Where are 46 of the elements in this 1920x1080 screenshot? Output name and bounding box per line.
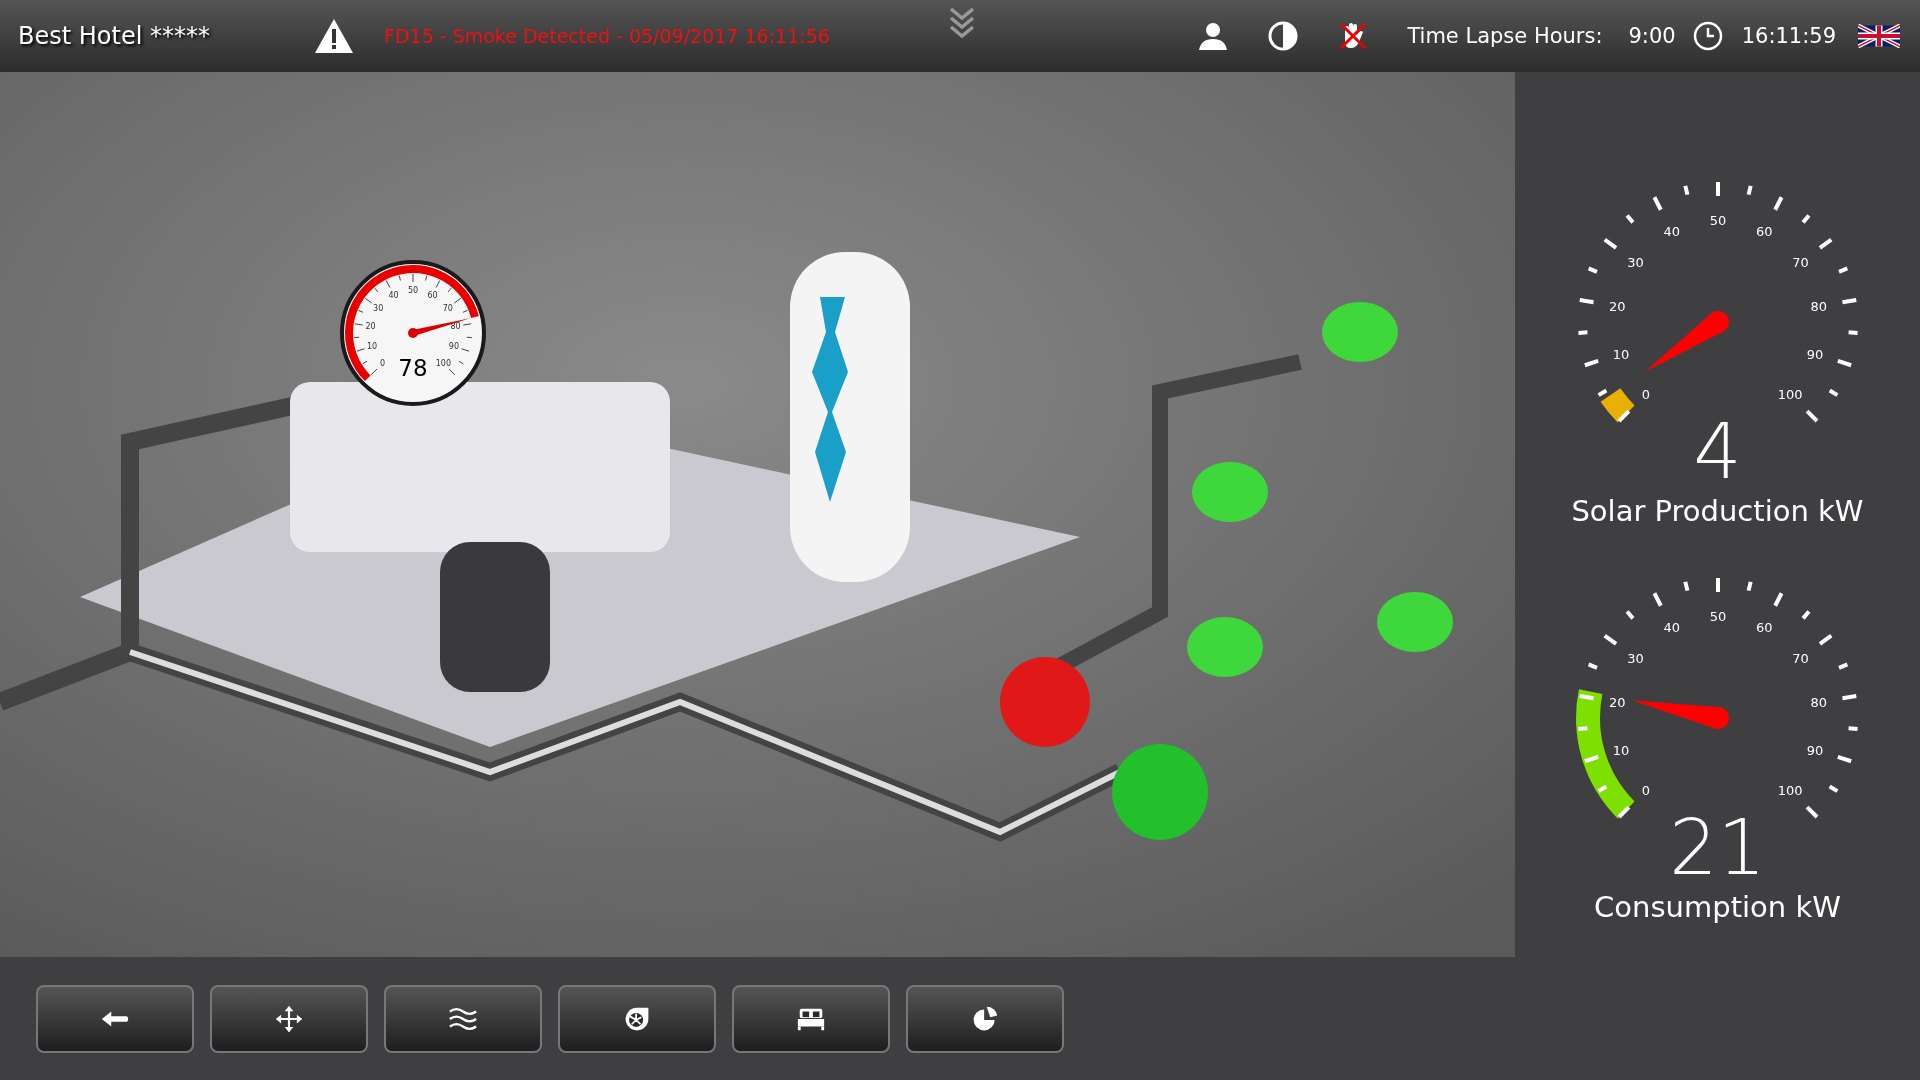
time-lapse-value: 9:00 (1628, 24, 1676, 48)
user-icon[interactable] (1197, 20, 1230, 52)
bed-button[interactable] (732, 984, 890, 1053)
clock-icon (1691, 20, 1724, 52)
warning-icon[interactable] (314, 18, 354, 54)
clock-time: 16:11:59 (1741, 24, 1836, 48)
tick-label: 70 (1791, 651, 1809, 667)
tick-label: 40 (1662, 224, 1680, 240)
tick-label: 30 (1626, 651, 1644, 667)
tick-label: 60 (1755, 224, 1773, 240)
tick-label: 0 (1641, 783, 1650, 799)
back-button[interactable] (36, 984, 194, 1053)
tick-label: 80 (1809, 695, 1827, 711)
tick-label: 20 (1608, 299, 1626, 315)
gauge-label: Consumption kW (1594, 890, 1841, 924)
gauge-label: Solar Production kW (1571, 494, 1864, 528)
pie-chart-button[interactable] (906, 984, 1064, 1053)
gauge-value: 4 (1693, 410, 1742, 494)
gauge-value: 78 (398, 354, 428, 381)
contrast-icon[interactable] (1267, 20, 1300, 52)
move-button[interactable] (210, 984, 368, 1053)
tick-label: 80 (1809, 299, 1827, 315)
tick-label: 60 (1755, 620, 1773, 636)
tick-label: 70 (1791, 255, 1809, 271)
fan-button[interactable] (558, 984, 716, 1053)
tick-label: 90 (1806, 346, 1823, 362)
gauge-value: 21 (1669, 806, 1766, 890)
tick-label: 100 (1777, 783, 1803, 799)
tick-label: 30 (1626, 255, 1644, 271)
move-icon (274, 1004, 304, 1033)
gauge-needle (408, 318, 471, 338)
hotel-title: Best Hotel ***** (18, 22, 210, 50)
tick-label: 50 (1709, 609, 1726, 624)
tick-label: 10 (1612, 346, 1629, 362)
waves-button[interactable] (384, 984, 542, 1053)
tick-label: 90 (1806, 742, 1823, 758)
flag-icon[interactable] (1858, 24, 1900, 48)
tick-label: 40 (1662, 620, 1680, 636)
tick-label: 20 (1608, 695, 1626, 711)
tick-label: 100 (1777, 387, 1803, 403)
tick-label: 0 (1641, 387, 1650, 403)
alarm-message[interactable]: FD15 - Smoke Detected - 05/09/2017 16:11:56 (384, 25, 830, 47)
tick-label: 50 (1709, 213, 1726, 228)
chevron-down-icon[interactable] (947, 6, 976, 40)
time-lapse-label: Time Lapse Hours: (1407, 24, 1603, 48)
tick-label: 10 (1612, 742, 1629, 758)
